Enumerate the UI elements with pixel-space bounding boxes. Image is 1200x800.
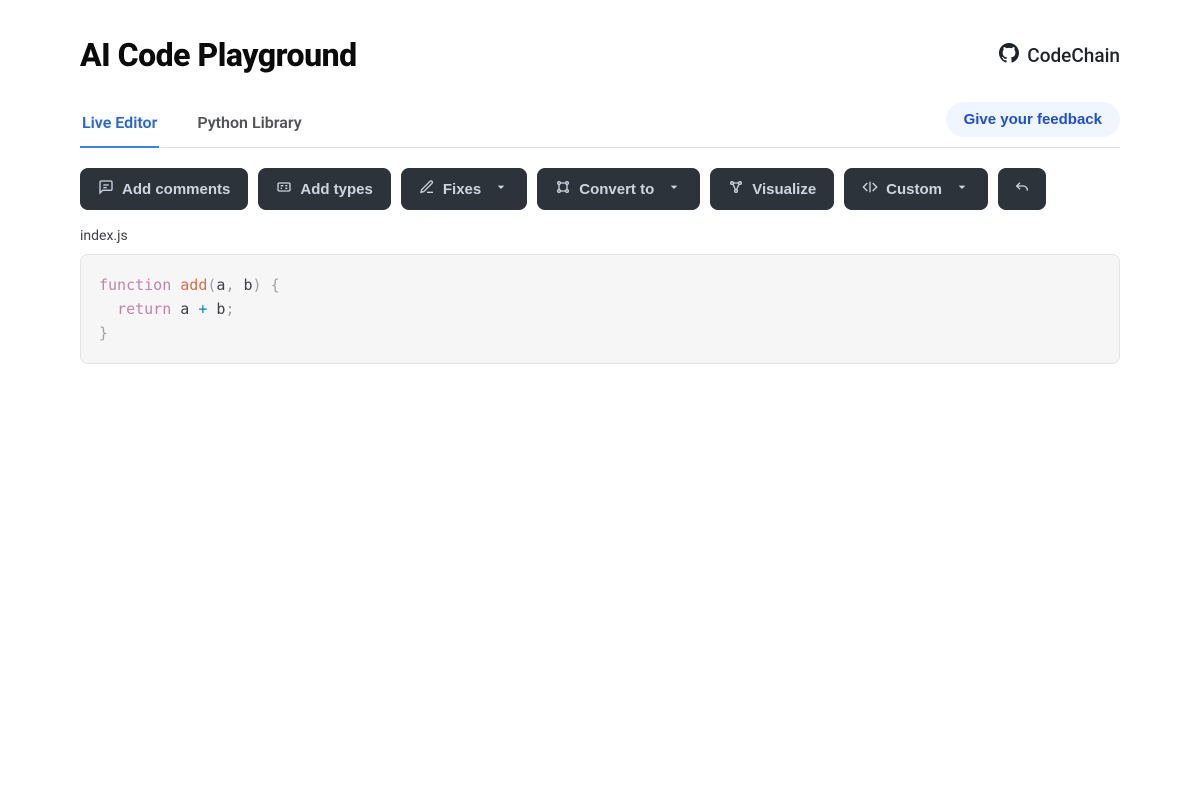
chevron-down-icon [493,179,509,199]
github-icon [999,43,1019,68]
undo-icon [1014,180,1030,199]
convert-to-label: Convert to [579,181,654,198]
visualize-icon [728,179,744,199]
code-fn-name: add [180,276,207,294]
code-editor[interactable]: function add(a, b) { return a + b; } [80,254,1120,364]
code-punct: { [271,276,280,294]
convert-to-button[interactable]: Convert to [537,168,700,210]
visualize-label: Visualize [752,181,816,198]
code-operator: + [198,300,207,318]
pencil-icon [419,179,435,199]
custom-button[interactable]: Custom [844,168,988,210]
chevron-down-icon [666,179,682,199]
tab-python-library[interactable]: Python Library [195,103,303,148]
filename-label: index.js [80,228,1120,244]
code-punct: ; [225,300,234,318]
feedback-button[interactable]: Give your feedback [946,102,1120,137]
add-comments-label: Add comments [122,181,230,198]
add-types-button[interactable]: Add types [258,168,391,210]
convert-icon [555,179,571,199]
toolbar: Add comments Add types Fixes Convert to [80,168,1120,210]
code-ident: a [180,300,189,318]
code-punct: } [99,324,108,342]
visualize-button[interactable]: Visualize [710,168,834,210]
custom-label: Custom [886,181,942,198]
tab-live-editor[interactable]: Live Editor [80,103,159,148]
chevron-down-icon [954,179,970,199]
undo-button[interactable] [998,168,1046,210]
tabs: Live Editor Python Library [80,102,304,147]
fixes-label: Fixes [443,181,481,198]
comment-icon [98,179,114,199]
fixes-button[interactable]: Fixes [401,168,527,210]
brand-link[interactable]: CodeChain [999,43,1120,68]
types-icon [276,179,292,199]
code-keyword: function [99,276,171,294]
page-title: AI Code Playground [80,36,357,74]
code-punct: ) [253,276,262,294]
code-punct: , [225,276,234,294]
brand-label: CodeChain [1027,44,1120,67]
code-keyword: return [117,300,171,318]
add-comments-button[interactable]: Add comments [80,168,248,210]
add-types-label: Add types [300,181,373,198]
code-icon [862,179,878,199]
code-ident: b [244,276,253,294]
